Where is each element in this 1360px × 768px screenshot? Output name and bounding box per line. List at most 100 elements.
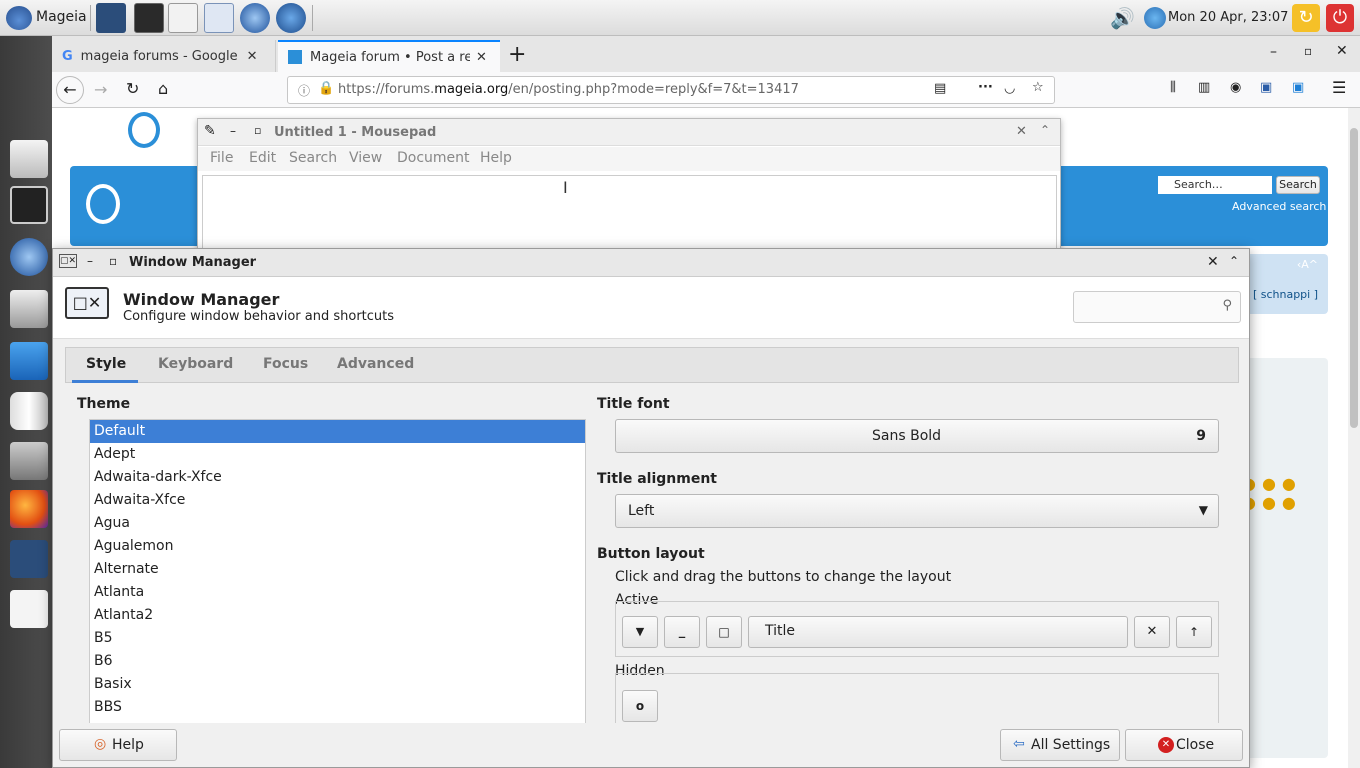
menu-search[interactable]: Search (289, 150, 337, 166)
settings-manager-icon[interactable] (96, 3, 126, 33)
close-icon[interactable]: ✕ (476, 50, 487, 65)
shade-icon[interactable]: ⌃ (1040, 123, 1050, 137)
volume-icon[interactable]: 🔊 (1110, 6, 1135, 30)
minimize-icon[interactable]: – (87, 254, 93, 268)
file-manager-icon[interactable] (204, 3, 234, 33)
forum-search-button[interactable]: Search (1276, 176, 1320, 194)
menu-button-slot[interactable]: ▼ (622, 616, 658, 648)
list-item[interactable]: Atlanta (90, 581, 585, 604)
maximize-button-slot[interactable]: □ (706, 616, 742, 648)
globe-icon[interactable] (10, 238, 48, 276)
list-item[interactable]: Adept (90, 443, 585, 466)
tools-icon[interactable] (10, 540, 48, 578)
list-item[interactable]: Alternate (90, 558, 585, 581)
forum-search-input[interactable]: Search… (1158, 176, 1272, 194)
all-settings-button[interactable]: ⇦ All Settings (1000, 729, 1120, 761)
more-icon[interactable]: ··· (978, 80, 993, 95)
list-item[interactable]: Agua (90, 512, 585, 535)
title-slot[interactable]: Title (748, 616, 1128, 648)
minimize-button-slot[interactable]: _ (664, 616, 700, 648)
menu-view[interactable]: View (349, 150, 382, 166)
library-icon[interactable]: ⫼ (1170, 80, 1176, 95)
menu-icon[interactable]: ☰ (1332, 78, 1346, 97)
list-item[interactable]: Default (90, 420, 585, 443)
power-icon[interactable]: ⏻ (1326, 4, 1354, 32)
reload-icon[interactable]: ↻ (126, 79, 139, 98)
smilies[interactable]: ●●● ●●● (1242, 474, 1312, 524)
info-icon[interactable]: ⓘ (298, 82, 310, 99)
text-editor-icon[interactable] (168, 3, 198, 33)
list-item[interactable]: Adwaita-dark-Xfce (90, 466, 585, 489)
page-scrollbar[interactable] (1348, 108, 1360, 768)
help-button[interactable]: ◎ Help (59, 729, 177, 761)
coffee-icon[interactable] (10, 290, 48, 328)
close-window-icon[interactable]: ✕ (1336, 43, 1348, 59)
account-icon[interactable]: ◉ (1230, 80, 1241, 95)
shade-button-slot[interactable]: ↑ (1176, 616, 1212, 648)
sidebar-icon[interactable]: ▥ (1198, 80, 1210, 95)
user-links[interactable]: ut [ schnappi ] (1238, 288, 1318, 301)
reader-view-icon[interactable]: ▤ (934, 81, 946, 96)
mageia-logo-icon[interactable] (6, 6, 32, 30)
text-editor-area[interactable]: I (202, 175, 1057, 259)
apps-menu-label[interactable]: Mageia (36, 9, 87, 25)
control-center-icon[interactable] (276, 3, 306, 33)
maximize-icon[interactable]: ▫ (1304, 44, 1312, 58)
close-icon[interactable]: ✕ (1207, 254, 1219, 270)
stick-button-slot[interactable]: o (622, 690, 658, 722)
minimize-icon[interactable]: – (1270, 44, 1277, 60)
tab-focus[interactable]: Focus (263, 356, 308, 372)
minimize-icon[interactable]: – (230, 124, 236, 138)
font-size-control[interactable]: ‹A^ (1297, 258, 1318, 271)
refresh-icon[interactable]: ↻ (1292, 4, 1320, 32)
menu-help[interactable]: Help (480, 150, 512, 166)
tab-google[interactable]: G mageia forums - Google S ✕ (52, 40, 276, 72)
list-item[interactable]: B6 (90, 650, 585, 673)
forward-icon[interactable]: → (94, 80, 107, 99)
mail-icon[interactable] (10, 140, 48, 178)
media-player-icon[interactable] (10, 186, 48, 224)
list-item[interactable]: B5 (90, 627, 585, 650)
list-item[interactable]: Agualemon (90, 535, 585, 558)
home-icon[interactable]: ⌂ (158, 79, 168, 98)
tab-mageia-forum[interactable]: Mageia forum • Post a re ✕ (278, 40, 500, 72)
pencil-icon[interactable] (10, 590, 48, 628)
network-icon[interactable] (1144, 7, 1166, 29)
list-item[interactable]: BBS (90, 696, 585, 719)
close-icon[interactable]: ✕ (1016, 124, 1027, 139)
back-icon[interactable]: ← (56, 76, 84, 104)
tab-keyboard[interactable]: Keyboard (158, 356, 233, 372)
camera-icon[interactable] (10, 442, 48, 480)
close-button-slot[interactable]: ✕ (1134, 616, 1170, 648)
list-item[interactable]: Adwaita-Xfce (90, 489, 585, 512)
settings-search-input[interactable]: ⚲ (1073, 291, 1241, 323)
title-alignment-select[interactable]: Left ▼ (615, 494, 1219, 528)
mousepad-titlebar[interactable]: ✎ – ▫ Untitled 1 - Mousepad ✕ ⌃ (198, 119, 1060, 146)
extension-icon[interactable]: ▣ (1260, 80, 1272, 95)
maximize-icon[interactable]: ▫ (254, 124, 261, 137)
desktop-icon[interactable] (10, 342, 48, 380)
title-font-button[interactable]: Sans Bold 9 (615, 419, 1219, 453)
scrollbar-thumb[interactable] (1350, 128, 1358, 428)
url-bar[interactable]: ⓘ 🔒 https://forums.mageia.org/en/posting… (287, 76, 1055, 104)
new-tab-icon[interactable]: + (508, 42, 526, 67)
close-icon[interactable]: ✕ (247, 49, 258, 64)
terminal-icon[interactable] (134, 3, 164, 33)
menu-file[interactable]: File (210, 150, 233, 166)
web-browser-icon[interactable] (240, 3, 270, 33)
theme-list[interactable]: Default Adept Adwaita-dark-Xfce Adwaita-… (89, 419, 586, 727)
dialog-titlebar[interactable]: ▢✕ – ▫ Window Manager ✕ ⌃ (53, 249, 1249, 277)
tab-style[interactable]: Style (72, 348, 138, 383)
maximize-icon[interactable]: ▫ (109, 254, 117, 268)
menu-edit[interactable]: Edit (249, 150, 276, 166)
tab-advanced[interactable]: Advanced (337, 356, 414, 372)
list-item[interactable]: Basix (90, 673, 585, 696)
menu-document[interactable]: Document (397, 150, 470, 166)
close-button[interactable]: ✕ Close (1125, 729, 1243, 761)
extension-icon[interactable]: ▣ (1292, 80, 1304, 95)
trash-icon[interactable] (10, 392, 48, 430)
bookmark-star-icon[interactable]: ☆ (1032, 80, 1044, 95)
list-item[interactable]: Atlanta2 (90, 604, 585, 627)
shade-icon[interactable]: ⌃ (1229, 254, 1239, 268)
firefox-icon[interactable] (10, 490, 48, 528)
